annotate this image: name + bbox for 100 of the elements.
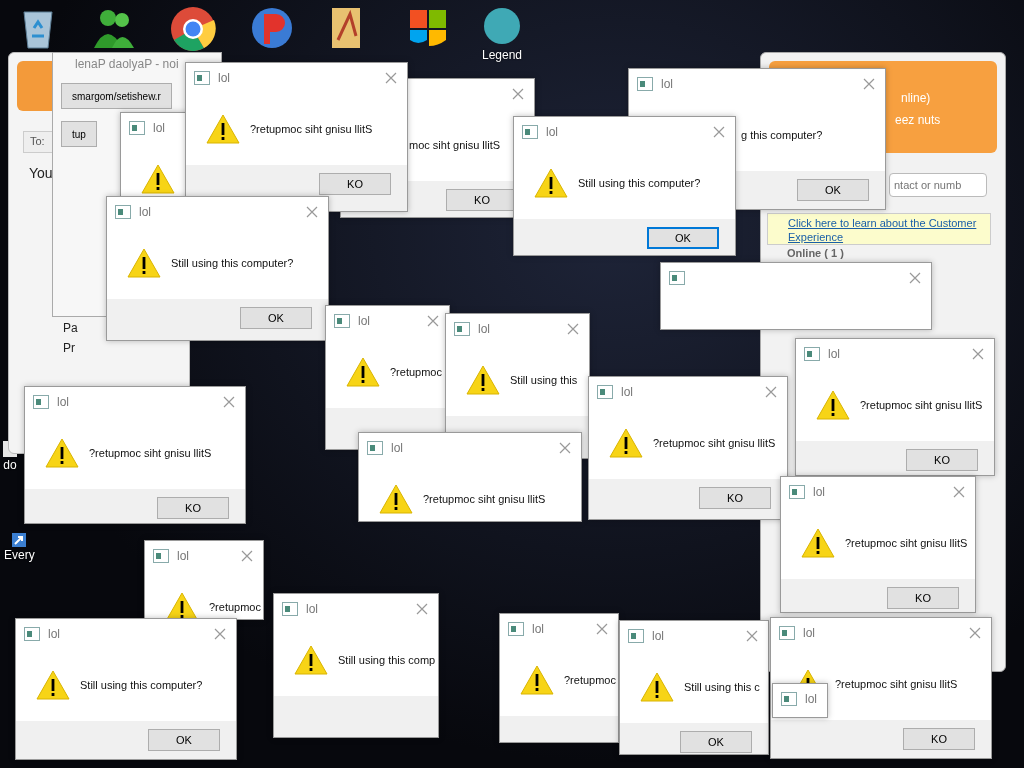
- window-app-icon: [153, 549, 169, 563]
- window-title: lol: [805, 692, 817, 706]
- close-icon[interactable]: [969, 627, 981, 639]
- warning-icon: [816, 390, 850, 420]
- dialog-message: ?retupmoc siht gnisu llitS: [653, 437, 776, 449]
- warning-icon: [801, 528, 835, 558]
- close-icon[interactable]: [559, 442, 571, 454]
- dialog-message: ?retupmoc siht gnisu llitS: [860, 399, 983, 411]
- window-title: lol: [153, 121, 165, 135]
- window-app-icon: [597, 385, 613, 399]
- dialog-message: Still using this c: [684, 681, 760, 693]
- close-icon[interactable]: [909, 272, 921, 284]
- info-link[interactable]: Click here to learn about the Customer Experience: [788, 216, 986, 244]
- warning-icon: [127, 248, 161, 278]
- app-icon[interactable]: [250, 6, 294, 50]
- close-icon[interactable]: [385, 72, 397, 84]
- warning-icon: [379, 484, 413, 514]
- close-icon[interactable]: [306, 206, 318, 218]
- window-app-icon: [24, 627, 40, 641]
- warning-icon: [534, 168, 568, 198]
- window-title: lol: [478, 322, 490, 336]
- warning-icon: [141, 164, 175, 194]
- dialog-button[interactable]: KO: [157, 497, 229, 519]
- dialog-message: moc siht gnisu llitS: [409, 139, 501, 151]
- shortcut-icon[interactable]: [11, 532, 28, 548]
- dialog-message: g this computer?: [741, 129, 823, 141]
- close-icon[interactable]: [241, 550, 253, 562]
- close-icon[interactable]: [765, 386, 777, 398]
- close-icon[interactable]: [567, 323, 579, 335]
- window-title: lol: [803, 626, 815, 640]
- warning-icon: [206, 114, 240, 144]
- window-app-icon: [282, 602, 298, 616]
- dialog-button[interactable]: OK: [148, 729, 220, 751]
- close-icon[interactable]: [746, 630, 758, 642]
- dialog-button[interactable]: OK: [797, 179, 869, 201]
- window-app-icon: [367, 441, 383, 455]
- warning-icon: [466, 365, 500, 395]
- dialog-button[interactable]: OK: [240, 307, 312, 329]
- close-icon[interactable]: [512, 88, 524, 100]
- close-icon[interactable]: [427, 315, 439, 327]
- dialog-message: ?retupmoc siht gnisu llitS: [835, 678, 958, 690]
- window-app-icon: [115, 205, 131, 219]
- window-title: lol: [218, 71, 230, 85]
- action-button[interactable]: smargom/setishew.r: [61, 83, 172, 109]
- dialog-message: Still using this comp: [338, 654, 436, 666]
- window-title: lol: [652, 629, 664, 643]
- window-app-icon: [637, 77, 653, 91]
- dialog-message: Still using this computer?: [171, 257, 294, 269]
- dialog-button[interactable]: KO: [319, 173, 391, 195]
- dialog-message: Still using this computer?: [80, 679, 203, 691]
- window-title: lol: [358, 314, 370, 328]
- chat-text: Pa: [63, 321, 78, 335]
- dialog-button[interactable]: KO: [903, 728, 975, 750]
- close-icon[interactable]: [713, 126, 725, 138]
- close-icon[interactable]: [416, 603, 428, 615]
- close-icon[interactable]: [953, 486, 965, 498]
- dialog-button[interactable]: KO: [887, 587, 959, 609]
- warning-icon: [520, 665, 554, 695]
- action-button[interactable]: tup: [61, 121, 97, 147]
- window-title: lol: [813, 485, 825, 499]
- desktop-icon-label[interactable]: do: [3, 458, 17, 472]
- dialog-button[interactable]: OK: [647, 227, 719, 249]
- contact-group-header[interactable]: Online ( 1 ): [787, 247, 844, 259]
- chat-message: You: [29, 165, 53, 181]
- window-title: lol: [621, 385, 633, 399]
- window-app-icon: [669, 271, 685, 285]
- window-title: lenaP daolyaP - noi: [74, 57, 179, 71]
- dialog-message: Still using this: [510, 374, 578, 386]
- window-title: lol: [139, 205, 151, 219]
- dialog-button[interactable]: KO: [906, 449, 978, 471]
- window-app-icon: [129, 121, 145, 135]
- window-app-icon: [781, 692, 797, 706]
- window-app-icon: [779, 626, 795, 640]
- dialog-message: Still using this computer?: [578, 177, 701, 189]
- warning-icon: [609, 428, 643, 458]
- window-title: lol: [57, 395, 69, 409]
- dialog-message: ?retupmoc siht gnisu llitS: [89, 447, 212, 459]
- window-title: lol: [306, 602, 318, 616]
- close-icon[interactable]: [863, 78, 875, 90]
- dialog-message: ?retupmoc: [209, 601, 261, 613]
- warning-icon: [640, 672, 674, 702]
- close-icon[interactable]: [214, 628, 226, 640]
- close-icon[interactable]: [972, 348, 984, 360]
- window-title: lol: [48, 627, 60, 641]
- desktop-icon-label[interactable]: Every: [4, 548, 35, 562]
- dialog-button[interactable]: OK: [680, 731, 752, 753]
- window-title: lol: [391, 441, 403, 455]
- window-title: lol: [828, 347, 840, 361]
- window-app-icon: [628, 629, 644, 643]
- desktop-icon-label[interactable]: Legend: [482, 48, 523, 62]
- dialog-message: ?retupmoc siht gnisu llitS: [423, 493, 546, 505]
- dialog-message: ?retupmoc siht gnisu llitS: [845, 537, 968, 549]
- close-icon[interactable]: [223, 396, 235, 408]
- browser-icon[interactable]: [170, 6, 216, 52]
- search-field[interactable]: ntact or numb: [889, 173, 987, 197]
- close-icon[interactable]: [596, 623, 608, 635]
- warning-icon: [36, 670, 70, 700]
- dialog-message: ?retupmoc: [564, 674, 616, 686]
- dialog-button[interactable]: KO: [699, 487, 771, 509]
- window-title: lol: [546, 125, 558, 139]
